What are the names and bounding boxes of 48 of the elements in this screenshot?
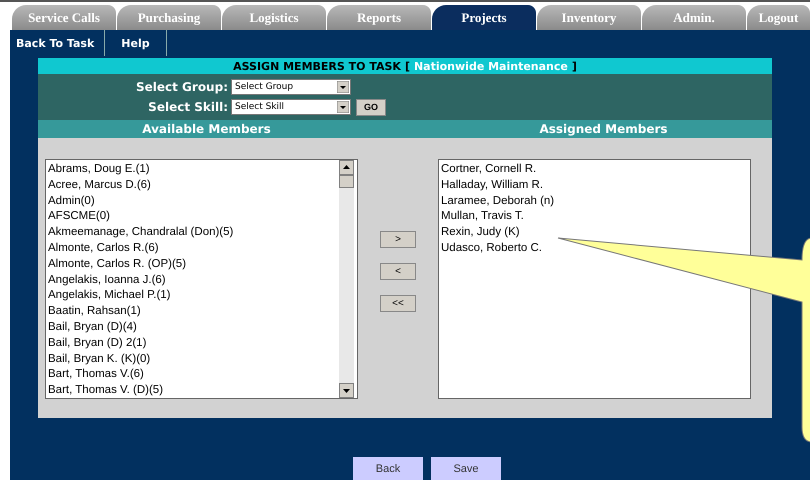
list-item[interactable]: Bart, Thomas V.(6) <box>48 367 337 384</box>
available-members-list[interactable] <box>45 159 358 399</box>
scrollbar[interactable] <box>339 160 354 398</box>
list-item[interactable]: Abrams, Doug E.(1) <box>48 162 337 178</box>
list-item[interactable]: Laramee, Deborah (n) <box>441 194 748 210</box>
column-header: Available Members <box>141 122 272 136</box>
list-item[interactable]: Almonte, Carlos R.(6) <box>48 240 337 257</box>
move-button[interactable]: << <box>380 295 416 312</box>
list-item[interactable]: Akmeemanage, Chandralal (Don)(5) <box>48 225 337 241</box>
dropdown[interactable]: Select Skill <box>231 99 351 115</box>
scroll-thumb[interactable] <box>339 175 354 188</box>
dropdown-arrow-icon <box>337 101 349 113</box>
list-item[interactable]: Bail, Bryan (D)(4) <box>48 320 337 336</box>
move-button[interactable]: < <box>380 263 416 280</box>
list-item[interactable]: Rexin, Judy (K) <box>441 225 748 241</box>
list-item[interactable]: Baatin, Rahsan(1) <box>48 304 337 320</box>
list-item[interactable]: Bail, Bryan (D) 2(1) <box>48 336 337 352</box>
dropdown-arrow-icon <box>337 81 349 93</box>
form-button[interactable]: Save <box>431 457 501 480</box>
scroll-down-icon[interactable] <box>339 383 354 398</box>
form-button[interactable]: Back <box>353 457 423 480</box>
move-button[interactable]: > <box>380 231 416 248</box>
list-item[interactable]: Cortner, Cornell R. <box>441 162 748 178</box>
go-button[interactable]: GO <box>356 98 386 116</box>
list-item[interactable]: Mullan, Travis T. <box>441 209 748 226</box>
subnav-link[interactable]: Help <box>105 30 167 56</box>
list-item[interactable]: Udasco, Roberto C. <box>441 240 748 257</box>
list-item[interactable]: Almonte, Carlos R. (OP)(5) <box>48 256 337 273</box>
scroll-up-icon[interactable] <box>339 160 354 175</box>
bracket: ] <box>572 60 577 72</box>
column-header: Assigned Members <box>538 122 669 136</box>
list-item[interactable]: Bail, Bryan K. (K)(0) <box>48 352 337 368</box>
list-item[interactable]: Angelakis, Michael P.(1) <box>48 288 337 304</box>
dropdown[interactable]: Select Group <box>231 79 351 95</box>
list-item[interactable]: Angelakis, Ioanna J.(6) <box>48 272 337 288</box>
task-name: Nationwide Maintenance <box>414 60 568 72</box>
list-item[interactable]: Bart, Thomas V. (D)(5) <box>48 383 337 398</box>
filter-label: Select Group: <box>134 80 229 94</box>
bracket: [ <box>404 60 410 72</box>
nav-tab[interactable]: Projects <box>432 5 536 30</box>
page-title: ASSIGN MEMBERS TO TASK <box>233 60 401 72</box>
assigned-members-list[interactable]: Cortner, Cornell R. Halladay, William R. Laramee, Deborah (n) Mullan, Travis T. Rexin, Judy (K) Udasco, Roberto C. <box>438 159 751 399</box>
list-item[interactable]: AFSCME(0) <box>48 209 337 226</box>
list-item[interactable]: Acree, Marcus D.(6) <box>48 178 337 194</box>
list-item[interactable]: Halladay, William R. <box>441 178 748 194</box>
subnav-link[interactable]: Back To Task <box>10 30 106 56</box>
list-item[interactable]: Admin(0) <box>48 194 337 210</box>
filter-label: Select Skill: <box>147 100 229 114</box>
